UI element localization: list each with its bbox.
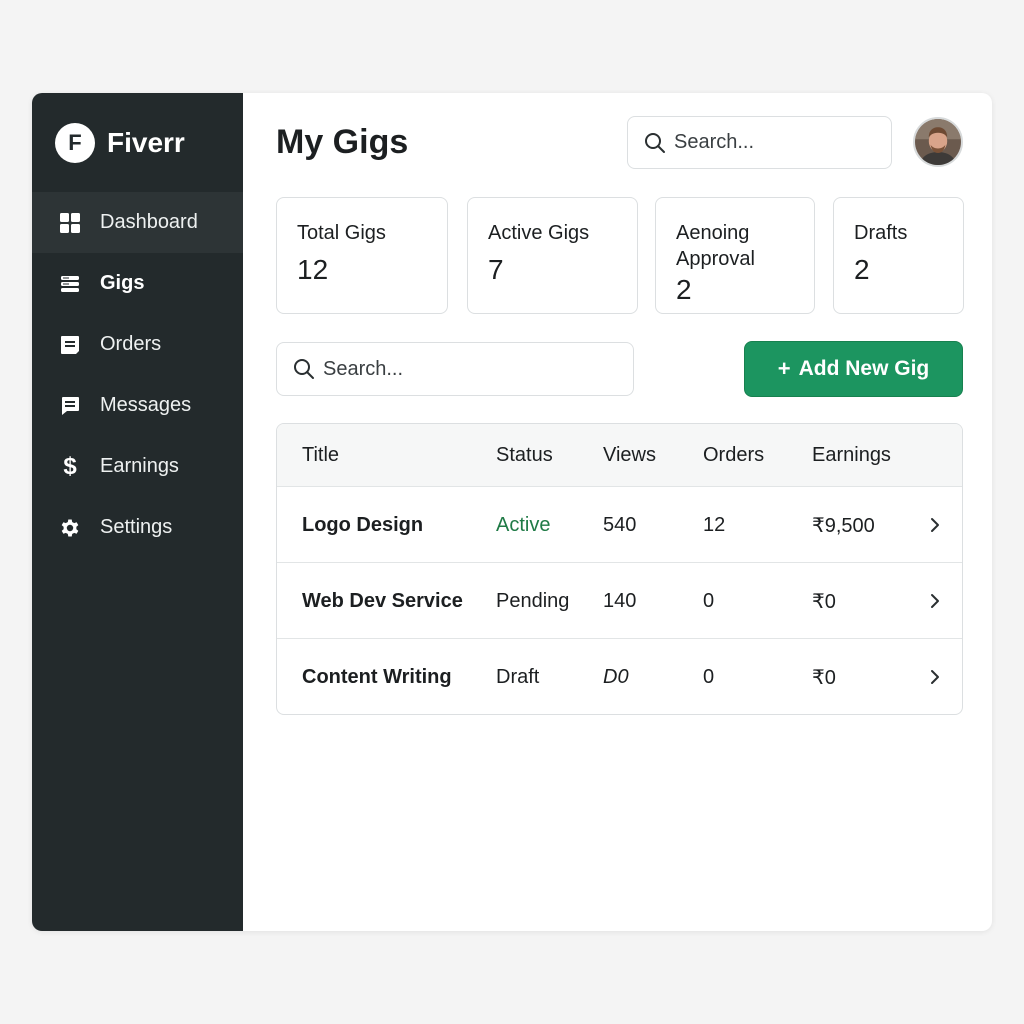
main-content: My Gigs Total Gigs 12 Active Gigs 7: [243, 93, 992, 931]
column-header-title[interactable]: Title: [302, 444, 339, 467]
sidebar: F Fiverr Dashboard Gigs Orders Messages …: [32, 93, 243, 931]
sidebar-item-label: Earnings: [100, 455, 179, 477]
gig-earnings: ₹0: [812, 590, 836, 613]
brand-name: Fiverr: [107, 126, 185, 158]
chevron-right-icon[interactable]: [927, 517, 943, 533]
sidebar-item-dashboard[interactable]: Dashboard: [32, 192, 243, 253]
gig-views: 540: [603, 513, 637, 536]
column-header-orders[interactable]: Orders: [703, 444, 764, 467]
brand-logo: F: [55, 122, 95, 163]
column-header-views[interactable]: Views: [603, 444, 656, 467]
gig-earnings: ₹0: [812, 666, 836, 689]
sidebar-item-gigs[interactable]: Gigs: [32, 253, 243, 314]
stat-value: 12: [297, 254, 329, 285]
column-header-earnings[interactable]: Earnings: [812, 444, 891, 467]
stat-card-active-gigs: Active Gigs 7: [467, 197, 638, 314]
sidebar-item-messages[interactable]: Messages: [32, 375, 243, 436]
search-icon: [294, 359, 314, 379]
sidebar-item-label: Orders: [100, 333, 162, 355]
table-row[interactable]: Content Writing Draft D0 0 ₹0: [277, 638, 962, 714]
gig-earnings: ₹9,500: [812, 514, 875, 537]
gig-status: Active: [496, 513, 551, 536]
gig-orders: 0: [703, 589, 715, 612]
sidebar-item-orders[interactable]: Orders: [32, 314, 243, 375]
gig-title: Content Writing: [302, 665, 452, 688]
table-row[interactable]: Logo Design Active 540 12 ₹9,500: [277, 486, 962, 562]
sidebar-item-settings[interactable]: Settings: [32, 497, 243, 558]
chevron-right-icon[interactable]: [927, 669, 943, 685]
dollar-icon: $: [59, 452, 81, 480]
stat-card-total-gigs: Total Gigs 12: [276, 197, 448, 314]
add-new-gig-button[interactable]: + Add New Gig: [744, 341, 963, 397]
stat-label: Aenoing Approval: [676, 222, 755, 270]
column-header-status[interactable]: Status: [496, 444, 553, 467]
gig-title: Logo Design: [302, 513, 424, 536]
search-icon: [645, 132, 665, 153]
stat-label: Drafts: [854, 222, 908, 244]
header-search[interactable]: [627, 116, 892, 169]
gig-views: 140: [603, 589, 637, 612]
sidebar-item-label: Dashboard: [100, 211, 198, 233]
gig-orders: 12: [703, 513, 726, 536]
grid-icon: [59, 212, 81, 234]
gear-icon: [59, 517, 81, 539]
stat-value: 7: [488, 254, 504, 285]
sidebar-item-label: Settings: [100, 516, 173, 538]
stat-card-awaiting-approval: Aenoing Approval 2: [655, 197, 815, 314]
gig-search-input[interactable]: [323, 357, 523, 381]
stat-value: 2: [854, 254, 870, 285]
sidebar-item-label: Messages: [100, 394, 192, 416]
add-new-gig-label: Add New Gig: [798, 357, 930, 380]
gig-status: Draft: [496, 665, 540, 688]
receipt-icon: [59, 334, 81, 356]
plus-icon: +: [777, 356, 791, 381]
gig-title: Web Dev Service: [302, 589, 463, 612]
header-search-input[interactable]: [674, 131, 874, 154]
dollar-glyph: $: [63, 452, 77, 480]
sidebar-item-label: Gigs: [100, 272, 145, 294]
avatar-image: [915, 119, 961, 165]
chat-icon: [59, 395, 81, 417]
page-title: My Gigs: [276, 123, 409, 161]
stat-label: Total Gigs: [297, 222, 386, 244]
gig-views: D0: [603, 665, 629, 688]
table-header: Title Status Views Orders Earnings: [277, 424, 962, 486]
gig-search[interactable]: [276, 342, 634, 396]
list-icon: [59, 273, 81, 295]
stat-label: Active Gigs: [488, 222, 590, 244]
gigs-table: Title Status Views Orders Earnings Logo …: [276, 423, 963, 715]
chevron-right-icon[interactable]: [927, 593, 943, 609]
stat-card-drafts: Drafts 2: [833, 197, 964, 314]
app-window: F Fiverr Dashboard Gigs Orders Messages …: [32, 93, 992, 931]
gig-orders: 0: [703, 665, 715, 688]
sidebar-nav: Dashboard Gigs Orders Messages $ Earning…: [32, 192, 243, 558]
brand[interactable]: F Fiverr: [32, 93, 243, 192]
avatar[interactable]: [913, 117, 963, 167]
sidebar-item-earnings[interactable]: $ Earnings: [32, 436, 243, 497]
table-row[interactable]: Web Dev Service Pending 140 0 ₹0: [277, 562, 962, 638]
stat-value: 2: [676, 274, 692, 305]
gig-status: Pending: [496, 589, 570, 612]
